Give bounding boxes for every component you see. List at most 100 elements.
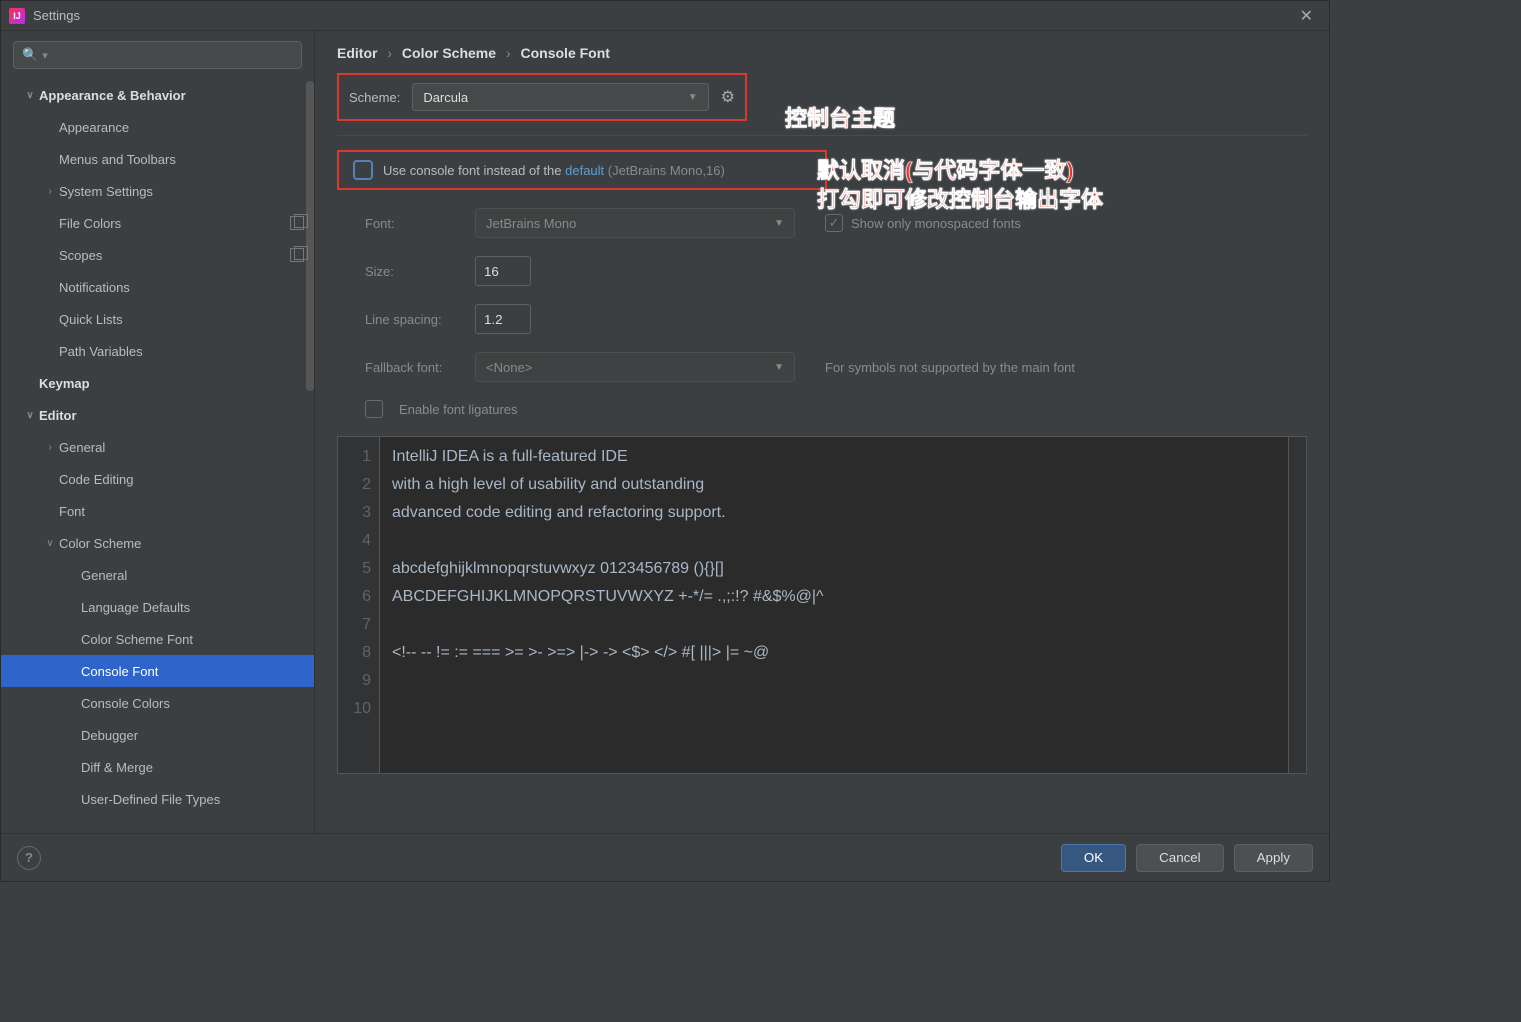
sidebar-item-label: Console Font	[81, 664, 158, 679]
preview-code[interactable]: IntelliJ IDEA is a full-featured IDE wit…	[380, 437, 1288, 773]
sidebar-item[interactable]: User-Defined File Types	[1, 783, 314, 815]
search-icon: 🔍	[22, 47, 38, 63]
sidebar-item[interactable]: Console Colors	[1, 687, 314, 719]
ligatures-label: Enable font ligatures	[399, 402, 518, 417]
sidebar-item[interactable]: Font	[1, 495, 314, 527]
copy-icon	[290, 248, 304, 262]
sidebar-item[interactable]: ∨Appearance & Behavior	[1, 79, 314, 111]
window-title: Settings	[33, 8, 1292, 23]
chevron-down-icon: ▼	[774, 362, 784, 373]
settings-sidebar: 🔍 ▾ ∨Appearance & BehaviorAppearanceMenu…	[1, 31, 315, 833]
sidebar-item[interactable]: Keymap	[1, 367, 314, 399]
use-console-font-checkbox[interactable]	[353, 160, 373, 180]
chevron-icon: ∨	[21, 410, 39, 421]
divider	[337, 135, 1307, 136]
sidebar-item-label: Language Defaults	[81, 600, 190, 615]
font-preview: 12345678910 IntelliJ IDEA is a full-feat…	[337, 436, 1307, 774]
default-link[interactable]: default	[565, 163, 604, 178]
sidebar-item[interactable]: Menus and Toolbars	[1, 143, 314, 175]
show-monospaced-checkbox[interactable]	[825, 214, 843, 232]
font-select[interactable]: JetBrains Mono ▼	[475, 208, 795, 238]
app-logo-icon: IJ	[9, 8, 25, 24]
sidebar-item[interactable]: ›System Settings	[1, 175, 314, 207]
sidebar-item-label: Color Scheme	[59, 536, 141, 551]
sidebar-item[interactable]: Debugger	[1, 719, 314, 751]
sidebar-item-label: Notifications	[59, 280, 130, 295]
preview-scrollbar[interactable]	[1288, 437, 1306, 773]
sidebar-item-label: Editor	[39, 408, 77, 423]
sidebar-item-label: General	[59, 440, 105, 455]
sidebar-item[interactable]: Language Defaults	[1, 591, 314, 623]
settings-main: Editor › Color Scheme › Console Font Sch…	[315, 31, 1329, 833]
breadcrumb-item[interactable]: Editor	[337, 45, 377, 61]
chevron-icon: ∨	[41, 538, 59, 549]
breadcrumb-item[interactable]: Color Scheme	[402, 45, 496, 61]
ligatures-checkbox[interactable]	[365, 400, 383, 418]
sidebar-item[interactable]: Color Scheme Font	[1, 623, 314, 655]
ok-button[interactable]: OK	[1061, 844, 1126, 872]
scheme-row: Scheme: Darcula ▼ ⚙	[337, 73, 747, 121]
sidebar-item-label: Appearance	[59, 120, 129, 135]
chevron-icon: ›	[41, 186, 59, 197]
chevron-icon: ∨	[21, 90, 39, 101]
use-console-font-row: Use console font instead of the default …	[337, 150, 827, 190]
chevron-icon: ›	[41, 442, 59, 453]
titlebar: IJ Settings ✕	[1, 1, 1329, 31]
sidebar-item[interactable]: General	[1, 559, 314, 591]
sidebar-item[interactable]: Scopes	[1, 239, 314, 271]
sidebar-item-label: File Colors	[59, 216, 121, 231]
dialog-footer: ? OK Cancel Apply	[1, 833, 1329, 881]
sidebar-item[interactable]: Path Variables	[1, 335, 314, 367]
sidebar-item-label: Appearance & Behavior	[39, 88, 186, 103]
breadcrumb-item: Console Font	[521, 45, 610, 61]
sidebar-item[interactable]: File Colors	[1, 207, 314, 239]
apply-button[interactable]: Apply	[1234, 844, 1313, 872]
sidebar-item-label: User-Defined File Types	[81, 792, 220, 807]
scheme-select[interactable]: Darcula ▼	[412, 83, 708, 111]
show-monospaced-label: Show only monospaced fonts	[851, 216, 1021, 231]
sidebar-item[interactable]: Code Editing	[1, 463, 314, 495]
chevron-down-icon: ▼	[774, 218, 784, 229]
cancel-button[interactable]: Cancel	[1136, 844, 1224, 872]
help-button[interactable]: ?	[17, 846, 41, 870]
line-spacing-label: Line spacing:	[365, 312, 459, 327]
settings-tree: ∨Appearance & BehaviorAppearanceMenus an…	[1, 79, 314, 833]
scheme-label: Scheme:	[349, 90, 400, 105]
use-console-font-label: Use console font instead of the default …	[383, 163, 725, 178]
gear-icon[interactable]: ⚙	[721, 87, 735, 107]
sidebar-item-label: General	[81, 568, 127, 583]
close-icon[interactable]: ✕	[1292, 6, 1321, 26]
line-spacing-input[interactable]	[475, 304, 531, 334]
breadcrumb: Editor › Color Scheme › Console Font	[337, 45, 1307, 61]
sidebar-item[interactable]: Console Font	[1, 655, 314, 687]
sidebar-item-label: Menus and Toolbars	[59, 152, 176, 167]
sidebar-item[interactable]: Quick Lists	[1, 303, 314, 335]
sidebar-item-label: Font	[59, 504, 85, 519]
annotation-1: 控制台主题	[785, 105, 895, 134]
sidebar-item[interactable]: Appearance	[1, 111, 314, 143]
sidebar-item-label: System Settings	[59, 184, 153, 199]
sidebar-item-label: Color Scheme Font	[81, 632, 193, 647]
scheme-value: Darcula	[423, 90, 468, 105]
sidebar-item[interactable]: ›General	[1, 431, 314, 463]
sidebar-item-label: Scopes	[59, 248, 102, 263]
sidebar-item-label: Path Variables	[59, 344, 143, 359]
annotation-2: 默认取消(与代码字体一致) 打勾即可修改控制台输出字体	[817, 157, 1103, 214]
sidebar-item[interactable]: Notifications	[1, 271, 314, 303]
chevron-down-icon: ▼	[688, 92, 698, 103]
copy-icon	[290, 216, 304, 230]
sidebar-item-label: Diff & Merge	[81, 760, 153, 775]
font-label: Font:	[365, 216, 459, 231]
fallback-select[interactable]: <None> ▼	[475, 352, 795, 382]
sidebar-item[interactable]: ∨Editor	[1, 399, 314, 431]
size-input[interactable]	[475, 256, 531, 286]
fallback-label: Fallback font:	[365, 360, 459, 375]
sidebar-item-label: Code Editing	[59, 472, 133, 487]
size-label: Size:	[365, 264, 459, 279]
scrollbar-thumb[interactable]	[306, 81, 314, 391]
sidebar-item[interactable]: ∨Color Scheme	[1, 527, 314, 559]
preview-gutter: 12345678910	[338, 437, 380, 773]
search-input[interactable]: 🔍 ▾	[13, 41, 302, 69]
sidebar-item[interactable]: Diff & Merge	[1, 751, 314, 783]
fallback-hint: For symbols not supported by the main fo…	[825, 360, 1075, 375]
